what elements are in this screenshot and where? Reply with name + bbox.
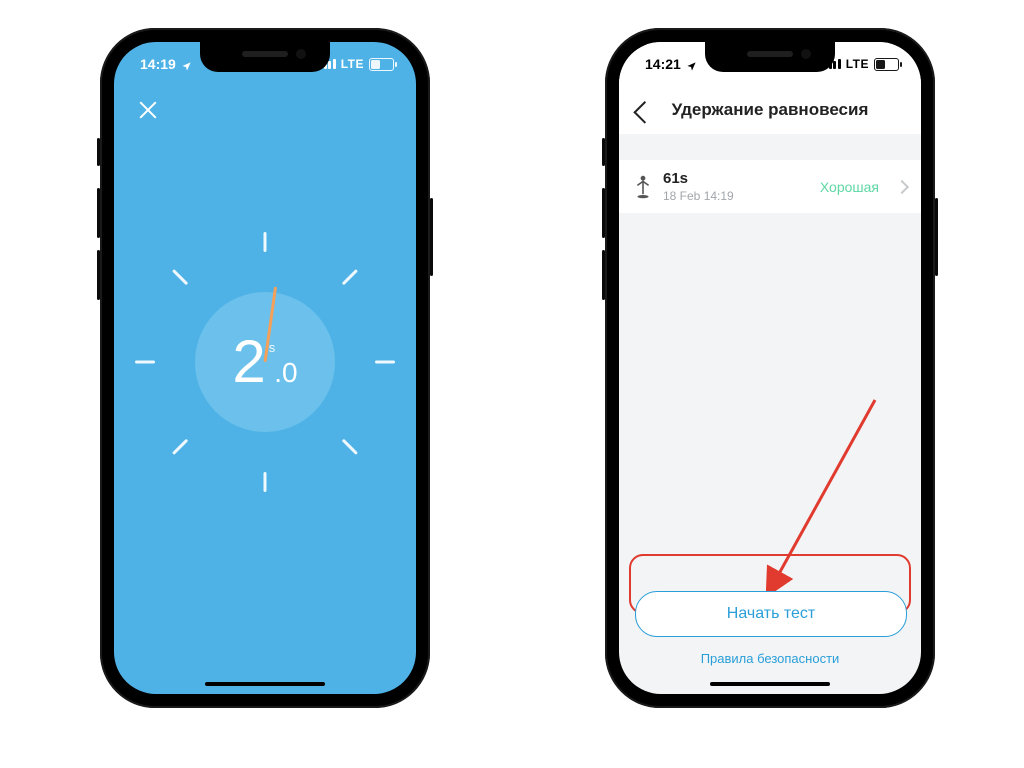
page-title: Удержание равновесия — [672, 100, 869, 120]
start-test-label: Начать тест — [727, 605, 815, 623]
phone-balance: 14:21 LTE Удержание равновесия — [605, 28, 935, 708]
record-value: 61s — [663, 170, 810, 187]
battery-icon — [874, 58, 899, 71]
navbar: Удержание равновесия — [619, 86, 921, 134]
notch — [705, 42, 835, 72]
balance-record-row[interactable]: 61s 18 Feb 14:19 Хорошая — [619, 160, 921, 213]
timer-fraction: .0 — [274, 357, 297, 389]
status-time: 14:21 — [645, 56, 681, 72]
screen-timer: 14:19 LTE — [114, 42, 416, 694]
timer-seconds: 2 — [232, 332, 265, 392]
timer-unit: s — [269, 340, 276, 355]
close-icon[interactable] — [136, 98, 160, 122]
record-rating: Хорошая — [820, 179, 879, 195]
bottom-actions: Начать тест Правила безопасности — [619, 591, 921, 666]
screen-balance: 14:21 LTE Удержание равновесия — [619, 42, 921, 694]
home-indicator[interactable] — [205, 682, 325, 686]
phone-timer: 14:19 LTE — [100, 28, 430, 708]
network-label: LTE — [846, 57, 869, 71]
back-icon[interactable] — [633, 101, 656, 124]
notch — [200, 42, 330, 72]
location-icon — [686, 59, 696, 69]
timer-dial: 2 s .0 — [135, 232, 395, 492]
home-indicator[interactable] — [710, 682, 830, 686]
safety-rules-link[interactable]: Правила безопасности — [635, 651, 905, 666]
record-date: 18 Feb 14:19 — [663, 189, 810, 203]
stage: 14:19 LTE — [0, 0, 1024, 768]
balance-person-icon — [633, 175, 653, 199]
timer-view: 2 s .0 — [114, 42, 416, 694]
start-test-button[interactable]: Начать тест — [635, 591, 907, 637]
chevron-right-icon — [895, 179, 909, 193]
